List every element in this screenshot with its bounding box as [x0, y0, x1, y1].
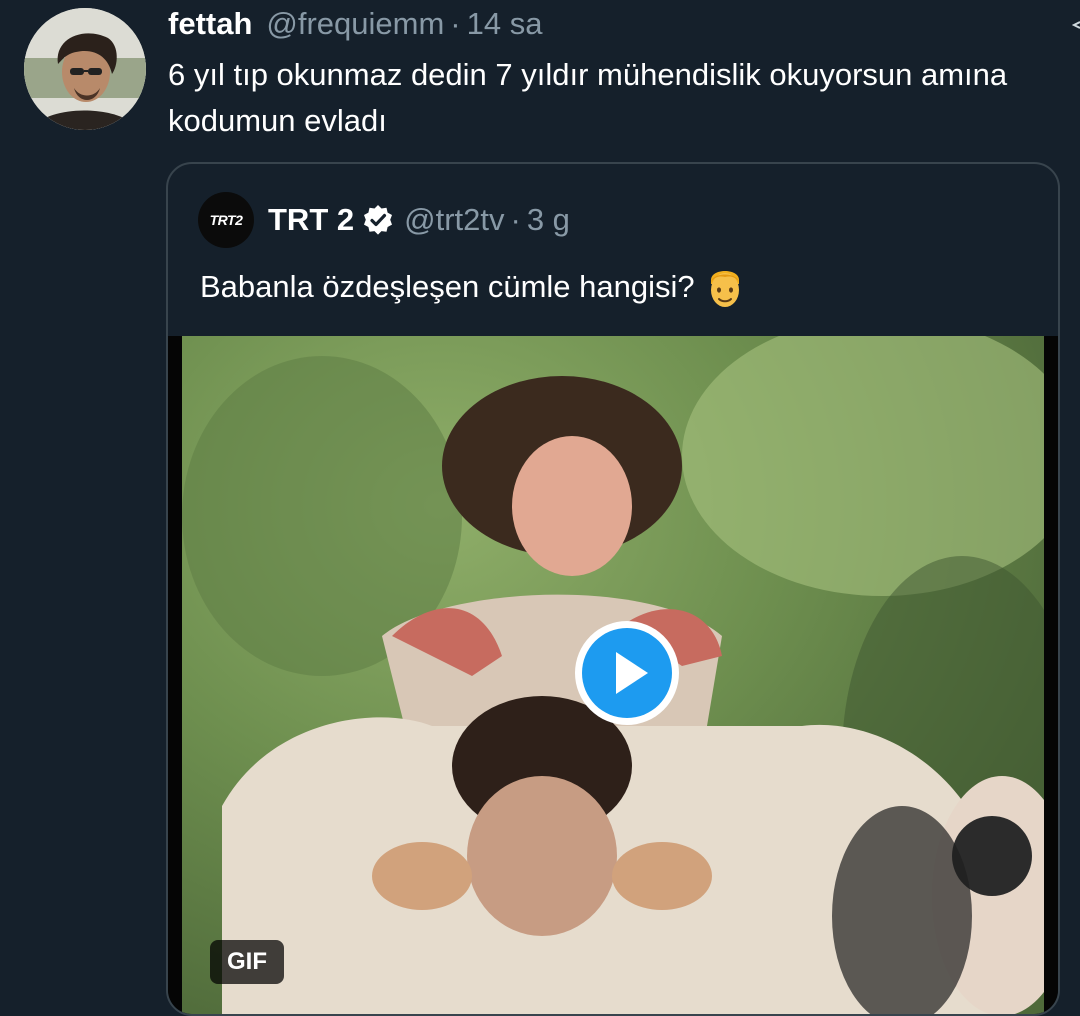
quoted-tweet-card[interactable]: TRT2 TRT 2 @trt2tv · 3 g Babanla özdeşle… [166, 162, 1060, 1016]
quoted-display-name[interactable]: TRT 2 [268, 202, 354, 238]
tweet-header: fettah @frequiemm · 14 sa [168, 2, 542, 46]
user-avatar[interactable] [24, 8, 146, 130]
more-icon[interactable] [1071, 16, 1080, 34]
quoted-timestamp[interactable]: 3 g [527, 202, 570, 238]
quoted-text: Babanla özdeşleşen cümle hangisi? [200, 269, 695, 304]
quoted-separator-dot: · [510, 202, 521, 237]
play-button[interactable] [572, 618, 682, 728]
tweet-timestamp[interactable]: 14 sa [467, 6, 543, 42]
man-emoji-icon [705, 264, 745, 310]
gif-media[interactable]: GIF [168, 336, 1058, 1014]
separator-dot: · [450, 6, 461, 41]
play-icon [575, 621, 679, 725]
quoted-header: TRT 2 @trt2tv · 3 g [268, 198, 570, 242]
quoted-handle[interactable]: @trt2tv [404, 202, 504, 238]
quoted-text-line: Babanla özdeşleşen cümle hangisi? [200, 264, 745, 310]
quoted-avatar[interactable]: TRT2 [198, 192, 254, 248]
user-handle[interactable]: @frequiemm [266, 6, 444, 42]
gif-frame[interactable]: GIF [182, 336, 1044, 1014]
verified-badge-icon [362, 204, 394, 236]
tweet[interactable]: fettah @frequiemm · 14 sa 6 yıl tıp okun… [0, 0, 1080, 1016]
tweet-text: 6 yıl tıp okunmaz dedin 7 yıldır mühendi… [168, 57, 1008, 138]
display-name[interactable]: fettah [168, 6, 252, 42]
gif-badge: GIF [210, 940, 284, 984]
